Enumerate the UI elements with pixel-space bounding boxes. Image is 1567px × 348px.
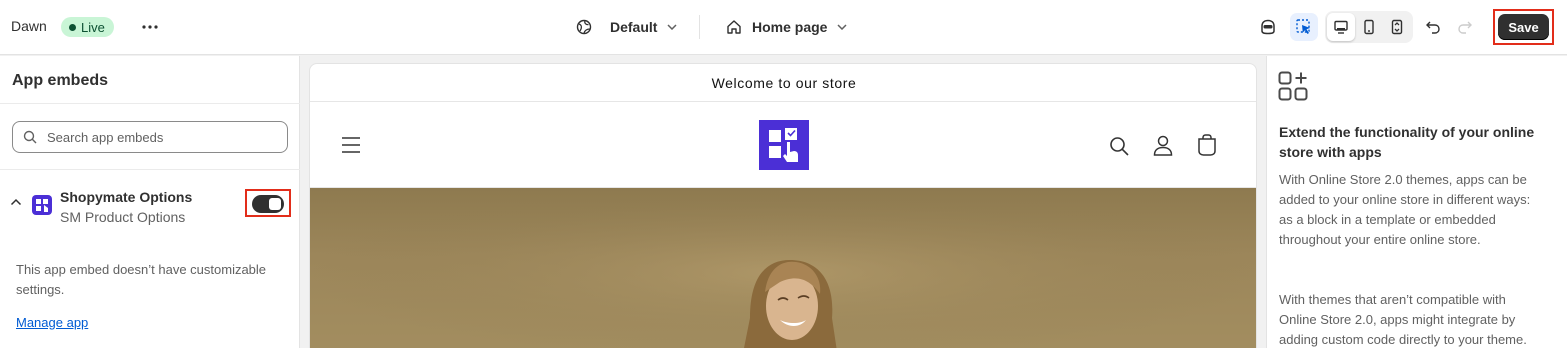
ai-sidekick-button[interactable] xyxy=(1254,13,1282,41)
fullscreen-icon xyxy=(1391,19,1403,35)
fullscreen-view-button[interactable] xyxy=(1383,13,1411,41)
cart-icon[interactable] xyxy=(1197,134,1217,156)
app-embed-item: Shopymate Options SM Product Options xyxy=(0,181,300,231)
app-logo-icon xyxy=(32,195,52,215)
sidebar-divider xyxy=(0,103,300,104)
manage-app-link[interactable]: Manage app xyxy=(16,315,88,330)
app-embed-toggle[interactable] xyxy=(252,195,284,213)
select-cursor-icon xyxy=(1296,19,1310,34)
search-field[interactable] xyxy=(12,121,288,153)
live-status-badge: Live xyxy=(61,17,114,37)
selector-page-label: Home page xyxy=(752,19,828,35)
toolbar-divider xyxy=(699,15,700,39)
sidekick-icon xyxy=(1261,19,1275,35)
save-highlight: Save xyxy=(1493,9,1554,45)
hamburger-menu-icon[interactable] xyxy=(341,136,361,154)
live-dot-icon xyxy=(69,23,76,31)
sidebar-title: App embeds xyxy=(12,72,109,89)
undo-button[interactable] xyxy=(1419,13,1447,41)
search-input[interactable] xyxy=(47,129,267,145)
desktop-view-button[interactable] xyxy=(1327,13,1355,41)
page-selector[interactable]: Home page xyxy=(726,14,847,40)
sidebar-divider xyxy=(0,169,300,170)
desktop-icon xyxy=(1334,20,1348,34)
save-button[interactable]: Save xyxy=(1498,14,1549,40)
selector-default-label: Default xyxy=(610,19,658,35)
redo-button[interactable] xyxy=(1451,13,1479,41)
top-bar: Dawn Live Default Home page Save xyxy=(0,0,1567,55)
toggle-knob xyxy=(269,198,281,210)
chevron-down-icon xyxy=(837,24,847,30)
mobile-icon xyxy=(1364,19,1374,35)
theme-name: Dawn xyxy=(11,18,47,34)
mobile-view-button[interactable] xyxy=(1355,13,1383,41)
apps-add-icon xyxy=(1278,71,1308,101)
chevron-down-icon xyxy=(667,24,677,30)
info-panel-title: Extend the functionality of your online … xyxy=(1279,124,1535,160)
globe-icon xyxy=(576,19,592,35)
info-panel-body-secondary: With themes that aren’t compatible with … xyxy=(1279,292,1527,347)
announcement-bar: Welcome to our store xyxy=(310,64,1256,102)
app-embeds-sidebar: App embeds Shopymate Options SM Product … xyxy=(0,56,300,348)
store-preview: Welcome to our store xyxy=(309,63,1257,348)
more-actions-button[interactable] xyxy=(137,14,163,40)
search-icon[interactable] xyxy=(1109,136,1129,156)
live-label: Live xyxy=(81,19,105,35)
app-embed-subtitle: SM Product Options xyxy=(60,209,186,225)
toggle-highlight xyxy=(245,189,291,217)
chevron-up-icon[interactable] xyxy=(10,198,22,206)
hero-image xyxy=(310,188,1256,348)
hero-photo-woman xyxy=(310,188,1256,348)
app-embed-name: Shopymate Options xyxy=(60,189,193,205)
redo-icon xyxy=(1458,21,1472,34)
store-logo-icon xyxy=(769,128,798,162)
ellipsis-icon xyxy=(142,25,158,29)
info-panel-body: With Online Store 2.0 themes, apps can b… xyxy=(1279,172,1531,247)
inspector-select-button[interactable] xyxy=(1290,13,1318,41)
store-logo[interactable] xyxy=(759,120,809,170)
store-header xyxy=(310,102,1256,188)
market-selector[interactable]: Default xyxy=(576,14,677,40)
search-icon xyxy=(23,130,37,144)
device-toggle-group xyxy=(1325,11,1413,43)
info-panel: Extend the functionality of your online … xyxy=(1266,56,1567,348)
embed-settings-note: This app embed doesn’t have customizable… xyxy=(16,262,267,297)
home-icon xyxy=(727,20,741,34)
account-icon[interactable] xyxy=(1153,135,1173,156)
undo-icon xyxy=(1426,21,1440,34)
